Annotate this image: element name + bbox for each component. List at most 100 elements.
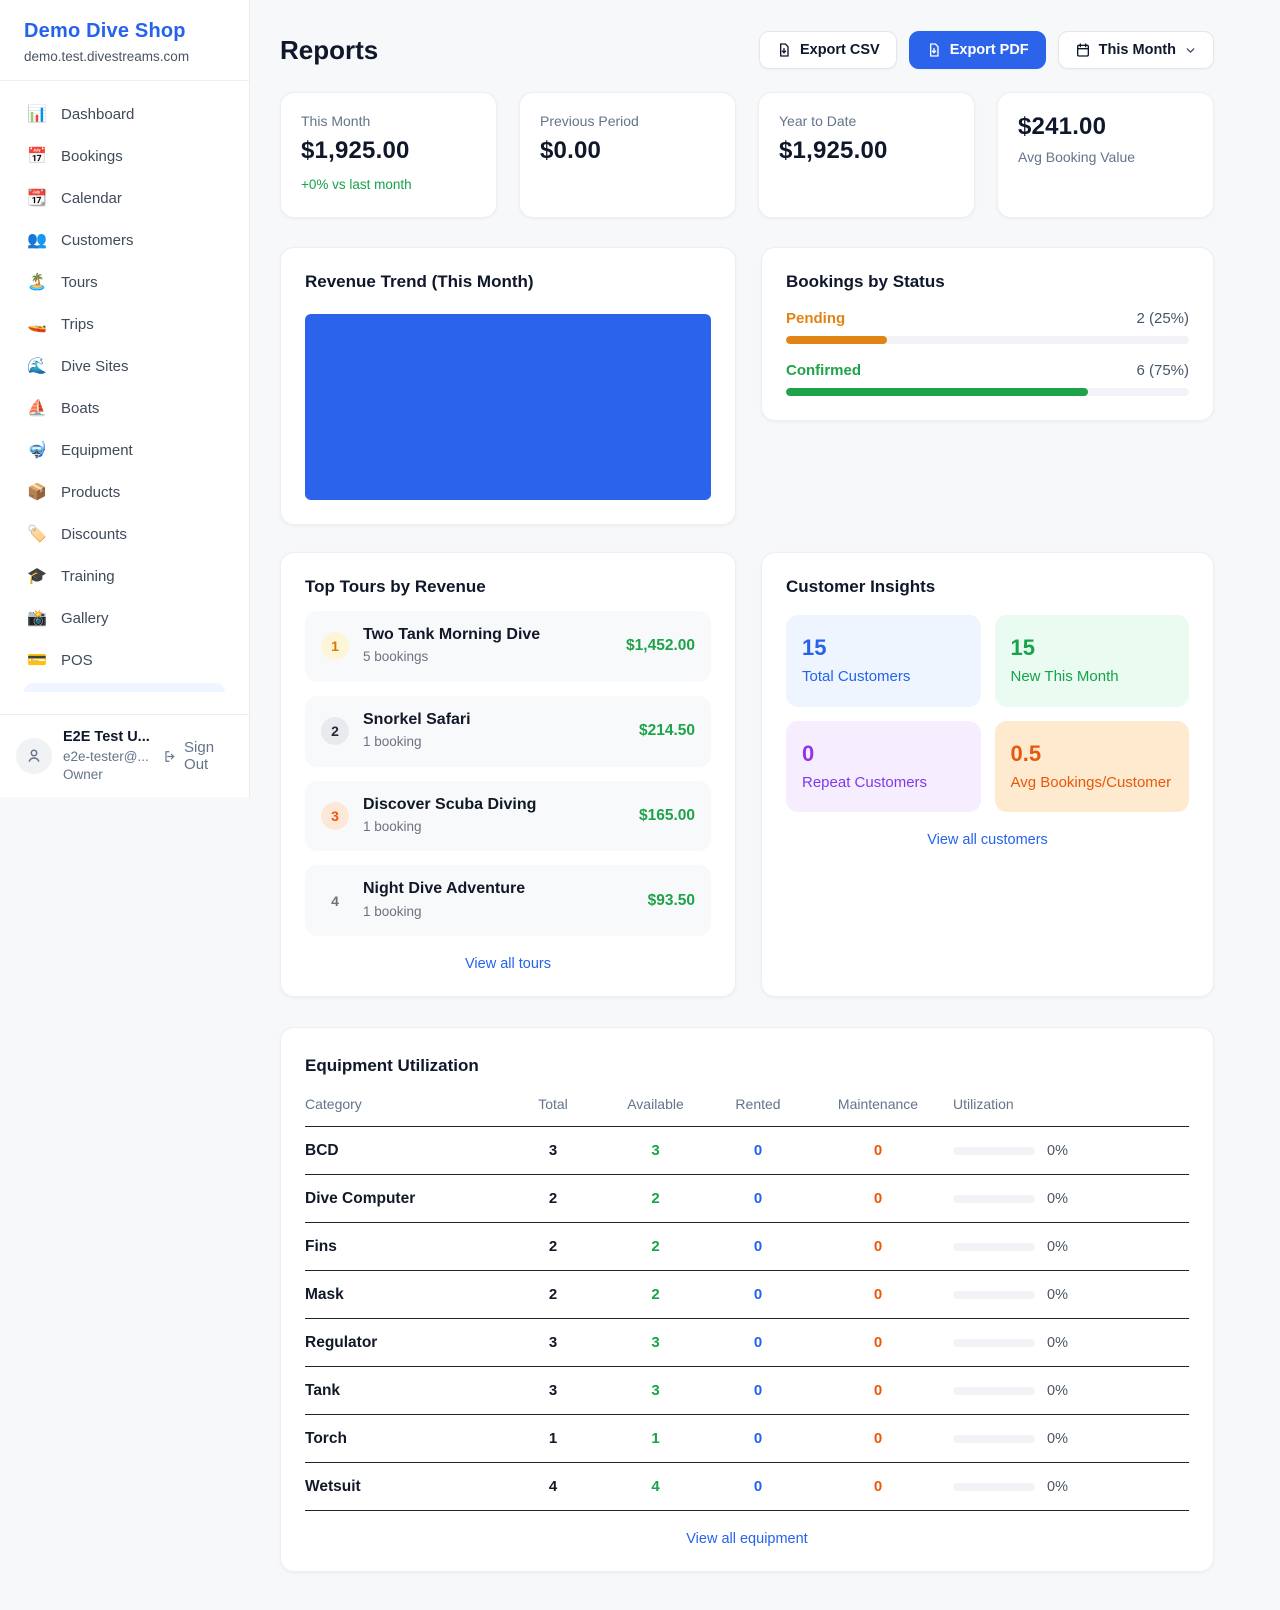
cell-category: Tank [305, 1382, 508, 1400]
table-row: Regulator 3 3 0 0 0% [305, 1319, 1189, 1367]
sidebar-item-active-partial[interactable] [24, 683, 225, 692]
status-count: 2 (25%) [1136, 310, 1189, 327]
cell-available: 2 [598, 1190, 713, 1207]
revenue-trend-title: Revenue Trend (This Month) [305, 272, 711, 292]
utilization-bar [953, 1387, 1035, 1395]
tour-name: Two Tank Morning Dive [363, 624, 612, 646]
insight-tile-total-customers: 15 Total Customers [786, 615, 981, 707]
sign-out-button[interactable]: Sign Out [163, 739, 233, 773]
insights-grid: 15 Total Customers 15 New This Month 0 R… [786, 615, 1189, 812]
sidebar-item-calendar[interactable]: 📆 Calendar [12, 179, 237, 217]
progress-fill [786, 388, 1088, 396]
sidebar-item-pos[interactable]: 💳 POS [12, 641, 237, 679]
utilization-bar [953, 1291, 1035, 1299]
rank-badge: 2 [321, 717, 349, 745]
export-pdf-button[interactable]: Export PDF [909, 31, 1046, 69]
top-tours-title: Top Tours by Revenue [305, 577, 711, 597]
sidebar-item-equipment[interactable]: 🤿 Equipment [12, 431, 237, 469]
column-header-category: Category [305, 1096, 508, 1112]
cell-maintenance: 0 [803, 1238, 953, 1255]
top-tours-card: Top Tours by Revenue 1 Two Tank Morning … [280, 552, 736, 997]
export-pdf-label: Export PDF [950, 42, 1029, 58]
page-title: Reports [280, 35, 378, 66]
sidebar-item-boats[interactable]: ⛵ Boats [12, 389, 237, 427]
rank-badge: 4 [321, 887, 349, 915]
main-content: Reports Export CSV Export PDF This Mon [250, 0, 1280, 1572]
insight-tile-new-this-month: 15 New This Month [995, 615, 1190, 707]
table-header-row: Category Total Available Rented Maintena… [305, 1096, 1189, 1127]
chevron-down-icon [1184, 44, 1197, 57]
insight-value: 0 [802, 737, 965, 770]
header-actions: Export CSV Export PDF This Month [759, 31, 1214, 69]
sidebar-item-label: Dive Sites [61, 358, 129, 375]
export-csv-button[interactable]: Export CSV [759, 31, 897, 69]
cell-available: 4 [598, 1478, 713, 1495]
insight-label: Repeat Customers [802, 772, 965, 795]
user-box: E2E Test U... e2e-tester@... Owner Sign … [0, 714, 249, 797]
tour-revenue: $165.00 [639, 807, 695, 825]
utilization-bar [953, 1339, 1035, 1347]
sidebar-item-training[interactable]: 🎓 Training [12, 557, 237, 595]
sidebar-item-tours[interactable]: 🏝️ Tours [12, 263, 237, 301]
sidebar-item-label: Bookings [61, 148, 123, 165]
calendar-date-icon: 📅 [26, 146, 48, 166]
cell-rented: 0 [713, 1286, 803, 1303]
sidebar-item-dashboard[interactable]: 📊 Dashboard [12, 95, 237, 133]
bookings-by-status-card: Bookings by Status Pending 2 (25%) Confi… [761, 247, 1214, 421]
cell-total: 3 [508, 1382, 598, 1399]
sidebar-item-products[interactable]: 📦 Products [12, 473, 237, 511]
table-row: Tank 3 3 0 0 0% [305, 1367, 1189, 1415]
sidebar-item-trips[interactable]: 🚤 Trips [12, 305, 237, 343]
utilization-bar [953, 1195, 1035, 1203]
stat-value: $0.00 [540, 137, 715, 165]
tag-icon: 🏷️ [26, 524, 48, 544]
progress-fill [786, 336, 887, 344]
cell-maintenance: 0 [803, 1430, 953, 1447]
sidebar-item-label: Boats [61, 400, 99, 417]
status-label: Pending [786, 310, 845, 327]
page-header: Reports Export CSV Export PDF This Mon [280, 30, 1214, 70]
status-count: 6 (75%) [1136, 362, 1189, 379]
utilization-bar [953, 1147, 1035, 1155]
cell-total: 1 [508, 1430, 598, 1447]
cell-rented: 0 [713, 1190, 803, 1207]
cell-rented: 0 [713, 1382, 803, 1399]
sidebar-item-dive-sites[interactable]: 🌊 Dive Sites [12, 347, 237, 385]
progress-track [786, 388, 1189, 396]
user-email: e2e-tester@... [63, 748, 150, 766]
cell-rented: 0 [713, 1142, 803, 1159]
insights-row: Top Tours by Revenue 1 Two Tank Morning … [280, 552, 1214, 997]
stats-row: This Month $1,925.00 +0% vs last month P… [280, 92, 1214, 218]
tour-revenue: $93.50 [648, 892, 695, 910]
file-download-icon [926, 42, 942, 58]
sidebar-item-customers[interactable]: 👥 Customers [12, 221, 237, 259]
island-icon: 🏝️ [26, 272, 48, 292]
view-all-tours-link[interactable]: View all tours [305, 956, 711, 972]
bookings-by-status-title: Bookings by Status [786, 272, 1189, 292]
tour-bookings: 1 booking [363, 734, 422, 749]
view-all-customers-link[interactable]: View all customers [786, 832, 1189, 848]
diving-mask-icon: 🤿 [26, 440, 48, 460]
camera-icon: 📸 [26, 608, 48, 628]
status-row-pending: Pending 2 (25%) [786, 310, 1189, 344]
tour-row: 2 Snorkel Safari 1 booking $214.50 [305, 696, 711, 767]
cell-rented: 0 [713, 1430, 803, 1447]
view-all-equipment-link[interactable]: View all equipment [305, 1531, 1189, 1547]
utilization-bar [953, 1435, 1035, 1443]
sidebar-item-bookings[interactable]: 📅 Bookings [12, 137, 237, 175]
tour-bookings: 5 bookings [363, 649, 428, 664]
insight-value: 15 [1011, 631, 1174, 664]
sidebar-item-gallery[interactable]: 📸 Gallery [12, 599, 237, 637]
sign-out-label: Sign Out [184, 739, 233, 773]
period-dropdown[interactable]: This Month [1058, 31, 1214, 69]
cell-total: 3 [508, 1142, 598, 1159]
cell-total: 2 [508, 1286, 598, 1303]
log-out-icon [163, 748, 177, 765]
brand-block: Demo Dive Shop demo.test.divestreams.com [0, 0, 249, 81]
people-icon: 👥 [26, 230, 48, 250]
cell-available: 2 [598, 1238, 713, 1255]
sidebar-item-label: Products [61, 484, 120, 501]
sidebar-item-discounts[interactable]: 🏷️ Discounts [12, 515, 237, 553]
cell-rented: 0 [713, 1334, 803, 1351]
column-header-maintenance: Maintenance [803, 1096, 953, 1112]
